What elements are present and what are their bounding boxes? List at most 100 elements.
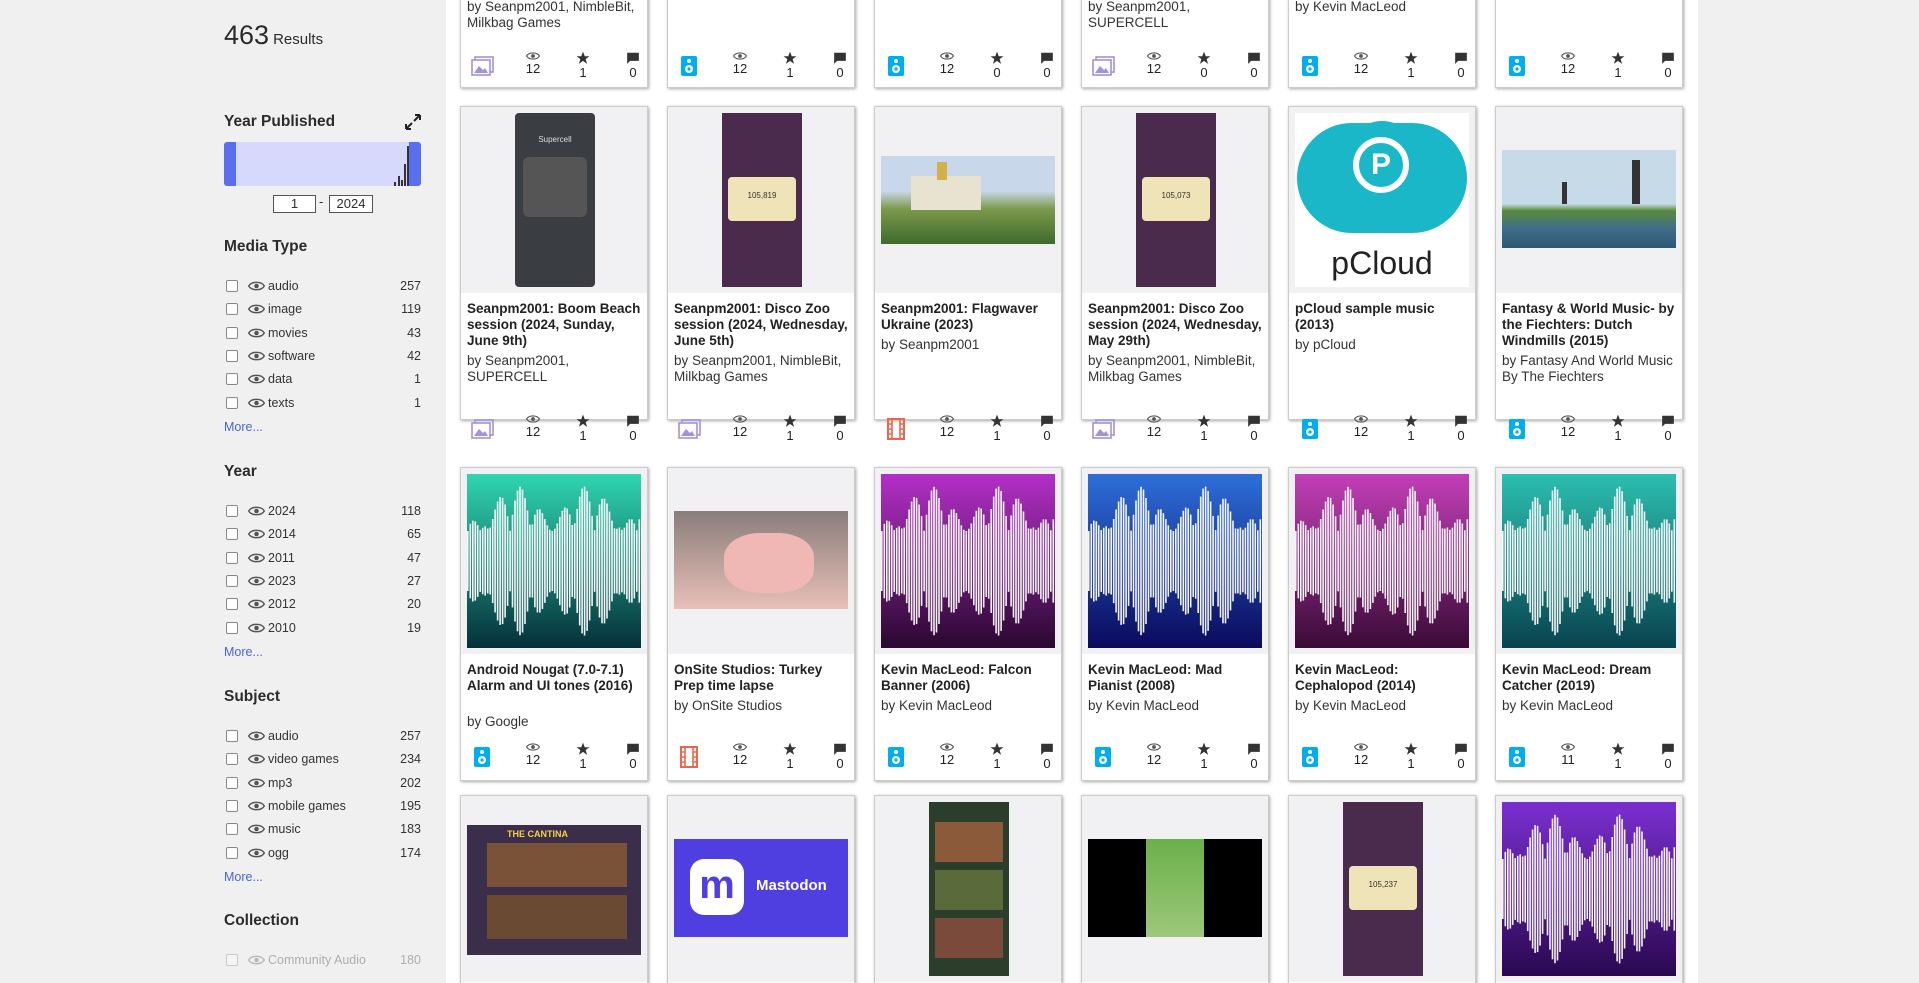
year-to-input[interactable]: 2024 (329, 195, 373, 213)
landscape-photo[interactable] (881, 156, 1055, 244)
item-tile[interactable]: Supercell Seanpm2001: Boom Beach session … (460, 106, 648, 443)
year-histogram[interactable] (224, 142, 421, 186)
tile-creator[interactable]: by Kevin MacLeod (1088, 698, 1266, 714)
facet-row-media_type[interactable]: movies 43 (224, 324, 421, 344)
tile-thumbnail[interactable] (875, 107, 1061, 293)
pcloud-logo[interactable]: PpCloud (1295, 113, 1469, 287)
eye-icon[interactable] (247, 598, 266, 612)
facet-row-subject[interactable]: audio 257 (224, 727, 421, 747)
subject-more-link[interactable]: More... (224, 870, 263, 884)
item-tile[interactable]: PpCloud pCloud sample music (2013) by pClo… (1288, 106, 1476, 443)
facet-checkbox[interactable] (226, 730, 238, 742)
tile-title[interactable]: Kevin MacLeod: Mad Pianist (2008) (1088, 662, 1266, 694)
facet-row-year[interactable]: 2010 19 (224, 619, 421, 639)
facet-row-media_type[interactable]: audio 257 (224, 277, 421, 297)
year-from-input[interactable]: 1 (273, 195, 316, 213)
tile-thumbnail[interactable]: Supercell (461, 107, 647, 293)
facet-row-year[interactable]: 2012 20 (224, 595, 421, 615)
facet-checkbox[interactable] (226, 776, 238, 789)
facet-row-subject[interactable]: ogg 174 (224, 844, 421, 864)
waveform-image[interactable] (1088, 474, 1262, 648)
facet-checkbox[interactable] (226, 598, 238, 611)
facet-checkbox[interactable] (226, 753, 238, 766)
tile-thumbnail[interactable] (1496, 107, 1682, 293)
tile-thumbnail[interactable]: 105,073 (1082, 107, 1268, 293)
item-tile[interactable]: Kevin MacLeod: Mad Pianist (2008) by Kevi… (1081, 467, 1269, 781)
eye-icon[interactable] (247, 303, 266, 317)
item-tile[interactable] (1495, 795, 1683, 983)
tile-thumbnail[interactable]: THE CANTINA (461, 796, 647, 982)
facet-row-year[interactable]: 2023 27 (224, 572, 421, 592)
item-tile[interactable]: Fantasy & World Music- by the Fiechters:… (1495, 106, 1683, 443)
item-tile[interactable]: 105,237 (1288, 795, 1476, 983)
tile-creator[interactable]: by Kevin MacLeod (1295, 698, 1473, 714)
tile-title[interactable]: Seanpm2001: Disco Zoo session (2024, Wed… (674, 301, 852, 349)
tile-thumbnail[interactable]: PpCloud (1289, 107, 1475, 293)
item-tile[interactable]: Android Nougat (7.0-7.1) Alarm and UI to… (460, 467, 648, 781)
eye-icon[interactable] (247, 552, 266, 566)
tile-thumbnail[interactable] (1496, 468, 1682, 654)
waveform-image[interactable] (1502, 474, 1676, 648)
facet-row-year[interactable]: 2024 118 (224, 502, 421, 522)
eye-icon[interactable] (247, 954, 266, 968)
item-tile[interactable]: Kevin MacLeod: Cephalopod (2014) by Kevin… (1288, 467, 1476, 781)
tile-creator[interactable]: by Seanpm2001, SUPERCELL (467, 353, 645, 385)
eye-icon[interactable] (247, 622, 266, 636)
facet-checkbox[interactable] (226, 280, 238, 292)
tile-title[interactable]: OnSite Studios: Turkey Prep time lapse (674, 662, 852, 694)
eye-icon[interactable] (247, 505, 266, 519)
tile-title[interactable]: Kevin MacLeod: Falcon Banner (2006) (881, 662, 1059, 694)
tile-thumbnail[interactable]: 105,237 (1289, 796, 1475, 982)
item-tile[interactable]: by Seanpm2001, SUPERCELL 12 0 0 (1081, 0, 1269, 88)
eye-icon[interactable] (247, 800, 266, 814)
tile-creator[interactable]: by Fantasy And World Music By The Fiecht… (1502, 353, 1680, 385)
phone-screenshot[interactable]: 105,819 (722, 113, 802, 287)
tile-creator[interactable]: by Seanpm2001 (881, 337, 1059, 353)
item-tile[interactable]: Kevin MacLeod: Falcon Banner (2006) by Ke… (874, 467, 1062, 781)
tile-creator[interactable]: by Seanpm2001, NimbleBit, Milkbag Games (467, 0, 645, 31)
facet-checkbox[interactable] (226, 396, 238, 409)
waveform-image[interactable] (1502, 802, 1676, 976)
eye-icon[interactable] (247, 823, 266, 837)
facet-checkbox[interactable] (226, 621, 238, 634)
waveform-image[interactable] (881, 474, 1055, 648)
tile-title[interactable]: Seanpm2001: Boom Beach session (2024, Su… (467, 301, 645, 349)
windmills-photo[interactable] (1502, 150, 1676, 248)
facet-checkbox[interactable] (226, 846, 238, 859)
tile-thumbnail[interactable]: 105,819 (668, 107, 854, 293)
tile-thumbnail[interactable] (668, 468, 854, 654)
turkey-photo[interactable] (674, 511, 848, 609)
item-tile[interactable]: 12 0 0 (874, 0, 1062, 88)
tile-title[interactable]: Fantasy & World Music- by the Fiechters:… (1502, 301, 1680, 349)
eye-icon[interactable] (247, 575, 266, 589)
tile-title[interactable]: Kevin MacLeod: Dream Catcher (2019) (1502, 662, 1680, 694)
eye-icon[interactable] (247, 327, 266, 341)
tile-title[interactable]: Seanpm2001: Disco Zoo session (2024, Wed… (1088, 301, 1266, 349)
tile-title[interactable]: Seanpm2001: Flagwaver Ukraine (2023) (881, 301, 1059, 333)
facet-row-media_type[interactable]: data 1 (224, 370, 421, 390)
tile-creator[interactable]: by Seanpm2001, NimbleBit, Milkbag Games (674, 353, 852, 385)
tile-thumbnail[interactable]: m Mastodon (668, 796, 854, 982)
eye-icon[interactable] (247, 528, 266, 542)
tower-screenshot[interactable] (929, 802, 1009, 976)
facet-row-media_type[interactable]: texts 1 (224, 394, 421, 414)
facet-checkbox[interactable] (226, 303, 238, 316)
facet-row-subject[interactable]: mp3 202 (224, 774, 421, 794)
city-screenshot[interactable] (1088, 839, 1262, 937)
tile-creator[interactable]: by OnSite Studios (674, 698, 852, 714)
eye-icon[interactable] (247, 777, 266, 791)
item-tile[interactable]: by Seanpm2001, NimbleBit, Milkbag Games 1… (460, 0, 648, 88)
tile-creator[interactable]: by pCloud (1295, 337, 1473, 353)
item-tile[interactable]: OnSite Studios: Turkey Prep time lapse by… (667, 467, 855, 781)
tile-thumbnail[interactable] (1082, 796, 1268, 982)
cantina-screenshot[interactable]: THE CANTINA (467, 825, 641, 955)
facet-checkbox[interactable] (226, 505, 238, 517)
tile-thumbnail[interactable] (1496, 796, 1682, 982)
tile-title[interactable]: pCloud sample music (2013) (1295, 301, 1473, 333)
tile-creator[interactable]: by Seanpm2001, NimbleBit, Milkbag Games (1088, 353, 1266, 385)
facet-checkbox[interactable] (226, 954, 238, 966)
facet-row-subject[interactable]: music 183 (224, 820, 421, 840)
item-tile[interactable] (874, 795, 1062, 983)
item-tile[interactable]: 105,819 Seanpm2001: Disco Zoo session (20… (667, 106, 855, 443)
item-tile[interactable]: Kevin MacLeod: Dream Catcher (2019) by Ke… (1495, 467, 1683, 781)
